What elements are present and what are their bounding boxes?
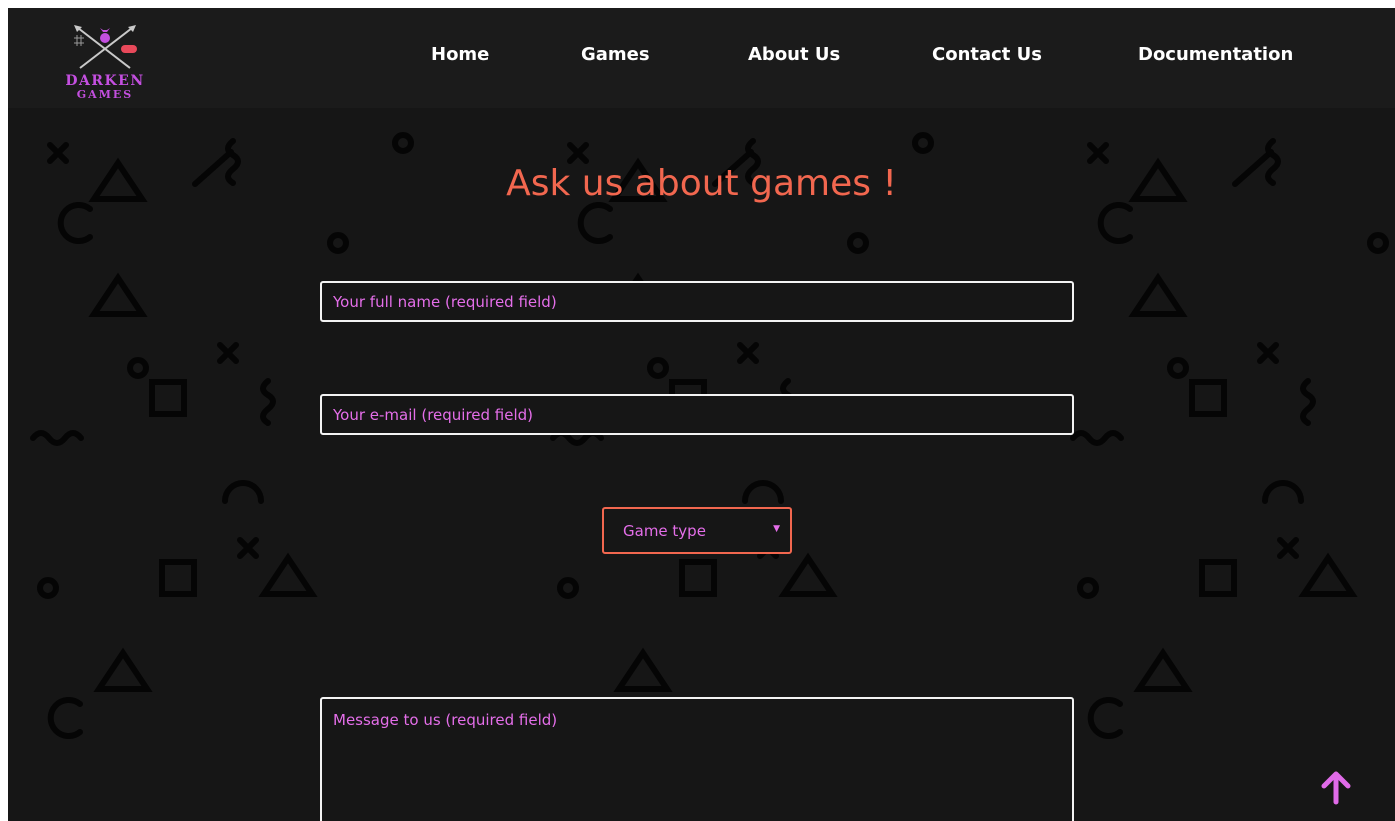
pattern-shape	[258, 552, 318, 597]
pattern-shape	[557, 577, 579, 599]
logo[interactable]: DARKEN GAMES	[50, 18, 160, 102]
navbar: DARKEN GAMES Home Games About Us Contact…	[8, 8, 1395, 108]
arrow-up-icon	[1321, 771, 1351, 805]
pattern-shape	[737, 342, 759, 364]
pattern-shape	[88, 272, 148, 317]
pattern-shape	[613, 647, 673, 692]
name-input-placeholder: Your full name (required field)	[333, 293, 557, 311]
pattern-shape	[260, 378, 276, 426]
page-title: Ask us about games !	[506, 163, 897, 204]
pattern-shape	[1189, 379, 1227, 417]
pattern-shape	[912, 132, 934, 154]
pattern-shape	[222, 480, 264, 504]
pattern-shape	[1133, 647, 1193, 692]
pattern-shape	[847, 232, 869, 254]
pattern-shape	[1128, 272, 1188, 317]
logo-text-games: GAMES	[76, 88, 134, 101]
triangle-down-icon: ▼	[773, 524, 780, 534]
email-input[interactable]: Your e-mail (required field)	[320, 394, 1074, 435]
pattern-shape	[47, 697, 83, 739]
pattern-shape	[1298, 552, 1358, 597]
nav-link-documentation[interactable]: Documentation	[1138, 44, 1293, 65]
pattern-shape	[742, 480, 784, 504]
pattern-shape	[37, 577, 59, 599]
nav-link-about-us[interactable]: About Us	[748, 44, 840, 65]
pattern-shape	[1277, 537, 1299, 559]
logo-text-darken: DARKEN	[65, 73, 145, 89]
pattern-shape	[1087, 142, 1109, 164]
pattern-shape	[237, 537, 259, 559]
pattern-shape	[93, 647, 153, 692]
pattern-shape	[392, 132, 414, 154]
pattern-shape	[127, 357, 149, 379]
contact-page: DARKEN GAMES Home Games About Us Contact…	[8, 8, 1395, 821]
message-textarea-placeholder: Message to us (required field)	[333, 711, 558, 729]
pattern-shape	[1199, 559, 1237, 597]
pattern-shape	[1070, 430, 1124, 446]
pattern-shape	[30, 430, 84, 446]
pattern-shape	[1300, 378, 1316, 426]
pattern-shape	[57, 202, 93, 244]
game-type-select[interactable]: Game type ▼	[602, 507, 792, 554]
pattern-shape	[159, 559, 197, 597]
nav-link-games[interactable]: Games	[581, 44, 650, 65]
pattern-shape	[1262, 480, 1304, 504]
pattern-shape	[217, 342, 239, 364]
pattern-shape	[1077, 577, 1099, 599]
pattern-shape	[1257, 342, 1279, 364]
scroll-to-top-button[interactable]	[1316, 768, 1356, 808]
message-textarea[interactable]: Message to us (required field)	[320, 697, 1074, 821]
pattern-shape	[47, 142, 69, 164]
nav-link-home[interactable]: Home	[431, 44, 489, 65]
pattern-shape	[577, 202, 613, 244]
pattern-shape	[679, 559, 717, 597]
pattern-shape	[1367, 232, 1389, 254]
pattern-shape	[778, 552, 838, 597]
pattern-shape	[567, 142, 589, 164]
pattern-shape	[1087, 697, 1123, 739]
crossed-arrows-gamepad-logo-icon	[74, 25, 137, 69]
pattern-shape	[1097, 202, 1133, 244]
pattern-shape	[1167, 357, 1189, 379]
game-type-selected-value: Game type	[623, 522, 706, 540]
pattern-shape	[327, 232, 349, 254]
name-input[interactable]: Your full name (required field)	[320, 281, 1074, 322]
pattern-shape	[647, 357, 669, 379]
nav-link-contact-us[interactable]: Contact Us	[932, 44, 1042, 65]
email-input-placeholder: Your e-mail (required field)	[333, 406, 534, 424]
pattern-shape	[149, 379, 187, 417]
